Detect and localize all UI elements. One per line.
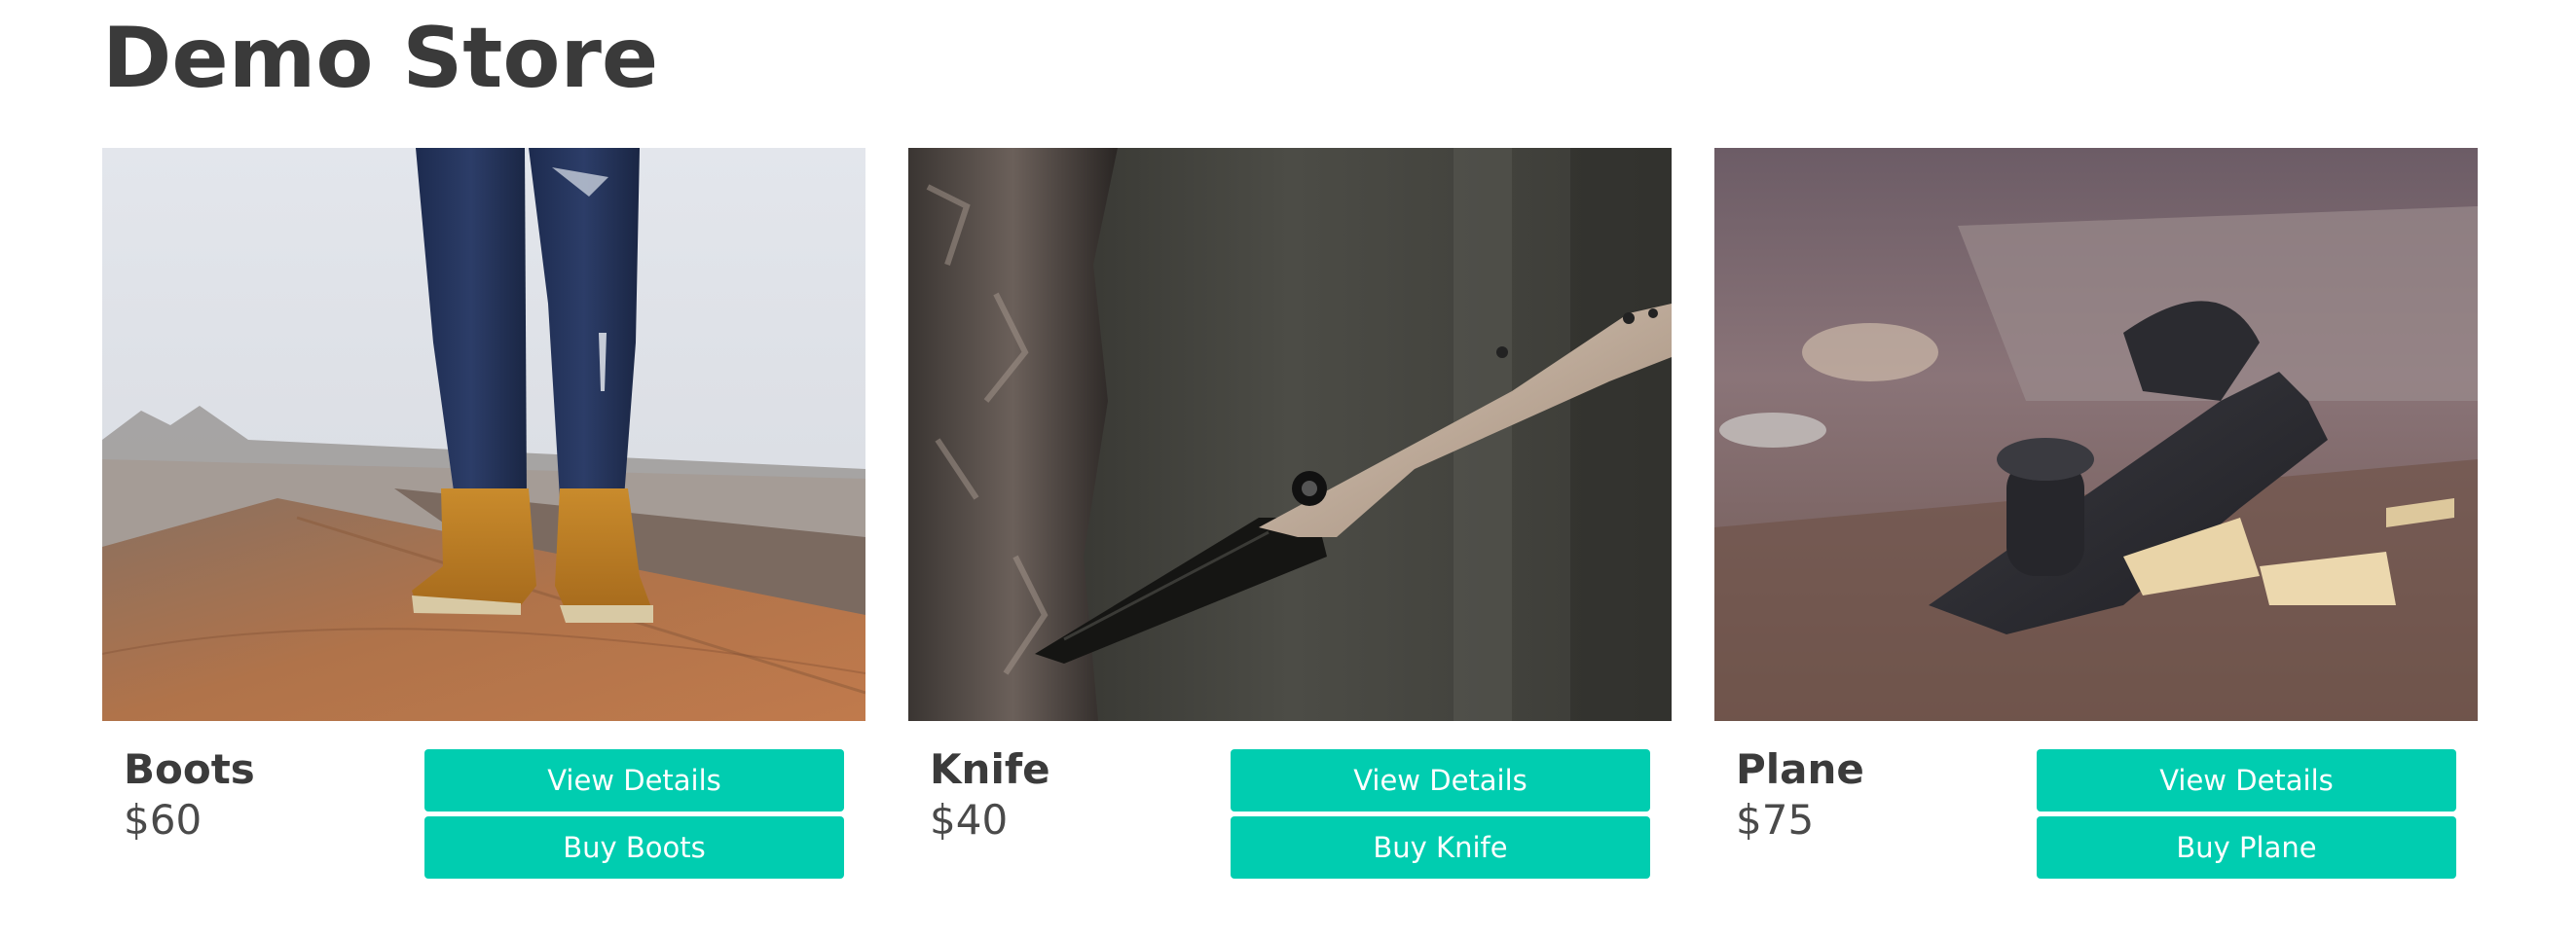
product-info-plane: Plane $75 — [1736, 743, 2008, 845]
page-title: Demo Store — [102, 10, 659, 107]
buy-button-boots[interactable]: Buy Boots — [424, 816, 844, 879]
plane-photo — [1714, 148, 2478, 721]
product-card-boots: Boots $60 View Details Buy Boots — [102, 148, 865, 887]
boots-photo — [102, 148, 865, 721]
product-name: Knife — [930, 745, 1050, 793]
product-price: $75 — [1736, 796, 1815, 844]
product-name: Boots — [124, 745, 255, 793]
product-price: $40 — [930, 796, 1009, 844]
product-name: Plane — [1736, 745, 1864, 793]
knife-photo — [908, 148, 1672, 721]
view-details-button-plane[interactable]: View Details — [2037, 749, 2456, 812]
product-price: $60 — [124, 796, 202, 844]
product-card-plane: Plane $75 View Details Buy Plane — [1714, 148, 2478, 887]
product-info-knife: Knife $40 — [930, 743, 1202, 845]
product-card-knife: Knife $40 View Details Buy Knife — [908, 148, 1672, 887]
product-grid: Boots $60 View Details Buy Boots Knife $… — [102, 148, 2478, 887]
view-details-button-boots[interactable]: View Details — [424, 749, 844, 812]
buy-button-plane[interactable]: Buy Plane — [2037, 816, 2456, 879]
view-details-button-knife[interactable]: View Details — [1231, 749, 1650, 812]
buy-button-knife[interactable]: Buy Knife — [1231, 816, 1650, 879]
product-info-boots: Boots $60 — [124, 743, 396, 845]
